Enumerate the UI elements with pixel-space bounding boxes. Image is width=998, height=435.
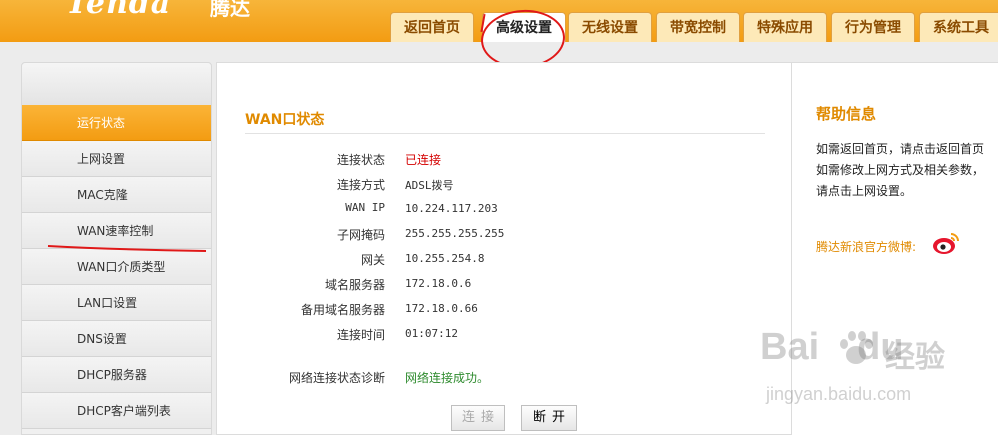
label-connection-status: 连接状态 [336, 153, 385, 167]
sidebar: 运行状态 上网设置 MAC克隆 WAN速率控制 WAN口介质类型 LAN口设置 … [21, 62, 212, 435]
tab-special-apps[interactable]: 特殊应用 [743, 12, 827, 42]
help-text: 如需返回首页，请点击返回首页 如需修改上网方式及相关参数，请点击上网设置。 [816, 142, 985, 198]
sidebar-item-wan-rate-control[interactable]: WAN速率控制 [22, 213, 211, 249]
label-dns-server: 域名服务器 [324, 278, 385, 292]
main-panel: WAN口状态 连接状态 已连接 连接方式 ADSL拨号 WAN IP 10.22… [216, 62, 792, 435]
label-gateway: 网关 [360, 253, 385, 267]
top-bar: Tenda 腾达 返回首页 高级设置 无线设置 带宽控制 特殊应用 行为管理 系… [0, 0, 998, 42]
value-backup-dns: 172.18.0.66 [405, 302, 478, 315]
label-subnet-mask: 子网掩码 [336, 228, 385, 242]
sidebar-item-wan-medium-type[interactable]: WAN口介质类型 [22, 249, 211, 285]
label-wan-ip: WAN IP [345, 201, 385, 214]
label-connection-time: 连接时间 [336, 328, 385, 342]
label-connection-type: 连接方式 [336, 178, 385, 192]
sidebar-header [22, 63, 211, 106]
value-subnet-mask: 255.255.255.255 [405, 227, 505, 240]
label-backup-dns: 备用域名服务器 [300, 303, 385, 317]
value-connection-type: ADSL拨号 [405, 179, 454, 192]
value-dns-server: 172.18.0.6 [405, 277, 472, 290]
tab-behavior[interactable]: 行为管理 [831, 12, 915, 42]
sidebar-item-dns-settings[interactable]: DNS设置 [22, 321, 211, 357]
value-gateway: 10.255.254.8 [405, 252, 485, 265]
sidebar-item-internet-settings[interactable]: 上网设置 [22, 141, 211, 177]
value-diagnosis: 网络连接成功。 [405, 371, 490, 385]
connect-button[interactable]: 连接 [451, 405, 505, 431]
help-panel: 帮助信息 如需返回首页，请点击返回首页 如需修改上网方式及相关参数，请点击上网设… [792, 62, 998, 435]
sidebar-item-dhcp-client-list[interactable]: DHCP客户端列表 [22, 393, 211, 429]
weibo-label[interactable]: 腾达新浪官方微博: [816, 238, 916, 255]
brand-logo-cn: 腾达 [210, 0, 250, 20]
tab-bandwidth[interactable]: 带宽控制 [656, 12, 740, 42]
section-title: WAN口状态 [245, 112, 325, 128]
value-wan-ip: 10.224.117.203 [405, 202, 498, 215]
value-connection-status: 已连接 [405, 153, 442, 167]
weibo-icon[interactable] [932, 231, 960, 255]
brand-logo: Tenda [66, 0, 172, 21]
tab-wireless[interactable]: 无线设置 [568, 12, 652, 42]
sidebar-item-lan-settings[interactable]: LAN口设置 [22, 285, 211, 321]
tab-advanced[interactable]: 高级设置 [482, 12, 566, 42]
sidebar-item-mac-clone[interactable]: MAC克隆 [22, 177, 211, 213]
tab-home[interactable]: 返回首页 [390, 12, 474, 42]
tab-system-tools[interactable]: 系统工具 [919, 12, 998, 42]
section-divider [245, 133, 765, 134]
label-diagnosis: 网络连接状态诊断 [288, 371, 385, 385]
sidebar-item-running-status[interactable]: 运行状态 [22, 105, 211, 141]
sidebar-item-dhcp-server[interactable]: DHCP服务器 [22, 357, 211, 393]
disconnect-button[interactable]: 断开 [521, 405, 577, 431]
value-connection-time: 01:07:12 [405, 327, 458, 340]
help-title: 帮助信息 [816, 105, 877, 123]
